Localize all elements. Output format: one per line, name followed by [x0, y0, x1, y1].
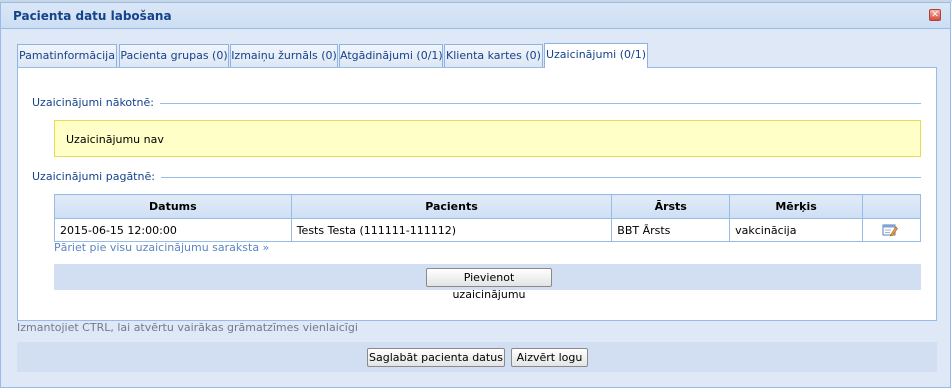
cell-actions — [862, 218, 921, 242]
tab-client-cards[interactable]: Klienta kartes (0) — [444, 44, 543, 67]
no-invitations-notice: Uzaicinājumu nav — [54, 120, 921, 157]
cell-doctor: BBT Ārsts — [611, 218, 731, 242]
add-invitation-toolbar: Pievienot uzaicinājumu — [54, 264, 921, 301]
table-row[interactable]: 2015-06-15 12:00:00 Tests Testa (111111-… — [54, 218, 921, 242]
column-header-patient[interactable]: Pacients — [290, 194, 613, 219]
tab-basic-info[interactable]: Pamatinformācija — [17, 44, 117, 67]
column-header-goal[interactable]: Mērķis — [729, 194, 864, 219]
past-legend-line — [144, 177, 921, 178]
add-invitation-button[interactable]: Pievienot uzaicinājumu — [426, 268, 552, 301]
tab-change-log[interactable]: Izmaiņu žurnāls (0) — [230, 44, 338, 67]
dialog-footer: Saglabāt pacienta datus Aizvērt logu — [17, 342, 937, 372]
save-patient-button[interactable]: Saglabāt pacienta datus — [367, 348, 505, 367]
close-window-button[interactable]: Aizvērt logu — [511, 348, 588, 367]
dialog-titlebar[interactable]: Pacienta datu labošana ✕ — [1, 3, 950, 29]
past-invitations-table: Datums Pacients Ārsts Mērķis 2015-06-15 … — [54, 194, 921, 242]
all-invitations-link[interactable]: Pāriet pie visu uzaicinājumu saraksta » — [54, 241, 269, 254]
ctrl-hint-text: Izmantojiet CTRL, lai atvērtu vairākas g… — [17, 321, 358, 334]
future-invitations-legend: Uzaicinājumi nākotnē: — [32, 96, 160, 109]
cell-goal: vakcinācija — [729, 218, 864, 242]
cell-patient: Tests Testa (111111-111112) — [290, 218, 613, 242]
column-header-date[interactable]: Datums — [54, 194, 292, 219]
column-header-doctor[interactable]: Ārsts — [611, 194, 731, 219]
table-header-row: Datums Pacients Ārsts Mērķis — [54, 194, 921, 219]
future-legend-line — [142, 103, 921, 104]
dialog-title: Pacienta datu labošana — [13, 9, 172, 23]
cell-date: 2015-06-15 12:00:00 — [54, 218, 292, 242]
tab-patient-groups[interactable]: Pacienta grupas (0) — [119, 44, 229, 67]
tab-reminders[interactable]: Atgādinājumi (0/1) — [339, 44, 443, 67]
close-icon[interactable]: ✕ — [929, 9, 941, 21]
column-header-actions — [862, 194, 921, 219]
edit-icon[interactable] — [882, 223, 898, 237]
no-invitations-text: Uzaicinājumu nav — [66, 133, 164, 146]
past-invitations-legend: Uzaicinājumi pagātnē: — [32, 170, 161, 183]
tab-invitations[interactable]: Uzaicinājumi (0/1) — [544, 43, 648, 68]
tab-strip: Pamatinformācija Pacienta grupas (0) Izm… — [17, 43, 937, 68]
patient-edit-dialog: Pacienta datu labošana ✕ Pamatinformācij… — [0, 2, 951, 388]
invitations-panel: Uzaicinājumi nākotnē: Uzaicinājumu nav U… — [17, 67, 937, 321]
